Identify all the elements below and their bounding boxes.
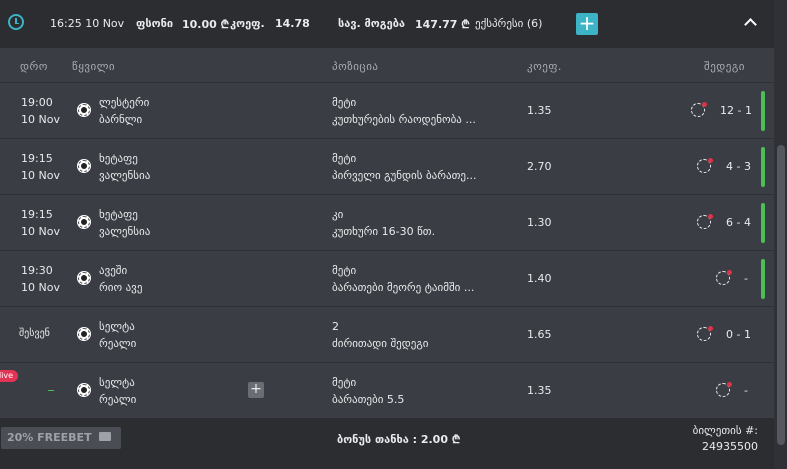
live-dot-icon — [708, 158, 713, 163]
row-score: 4 - 3 — [726, 160, 751, 173]
row-score: 12 - 1 — [720, 104, 752, 117]
live-dot-icon — [727, 382, 732, 387]
row-date: 10 Nov — [21, 113, 60, 126]
row-market: ძირითადი შედეგი — [332, 337, 429, 350]
row-home: სელტა — [99, 320, 135, 333]
row-score: 6 - 4 — [726, 216, 751, 229]
row-date: 10 Nov — [21, 225, 60, 238]
stake-value: 10.00 ₾ — [182, 18, 230, 31]
row-score: - — [744, 384, 748, 397]
freebet-label: 20% FREEBET — [7, 431, 92, 444]
win-value: 147.77 ₾ — [415, 18, 470, 31]
table-row[interactable]: 19:30 10 Nov ავეში რიო ავე მეტი ბარათები… — [0, 250, 774, 306]
row-pick: მეტი — [332, 264, 357, 277]
row-time: 19:15 — [21, 152, 53, 165]
ticket-label: ბილეთის #: — [692, 424, 758, 437]
row-market: პირველი გუნდის ბარათე... — [332, 169, 477, 182]
status-indicator — [761, 259, 765, 299]
table-row[interactable]: შესვენ სელტა რეალი 2 ძირითადი შედეგი 1.6… — [0, 306, 774, 362]
live-dot-icon — [727, 270, 732, 275]
row-market: ბარათები 5.5 — [332, 393, 405, 406]
row-home: ლესტერი — [99, 96, 150, 109]
table-row[interactable]: 19:00 10 Nov ლესტერი ბარნლი მეტი კუთხურე… — [0, 82, 774, 138]
row-coef: 1.65 — [527, 328, 552, 341]
col-coef: კოეფ. — [527, 60, 562, 73]
row-away: რიო ავე — [99, 281, 143, 294]
row-coef: 1.35 — [527, 384, 552, 397]
row-pick: 2 — [332, 320, 339, 333]
coef-value: 14.78 — [275, 17, 310, 30]
row-date: 10 Nov — [21, 281, 60, 294]
col-time: დრო — [20, 60, 48, 73]
row-away: ბარნლი — [99, 113, 143, 126]
col-results: შედეგი — [704, 60, 745, 73]
row-coef: 1.30 — [527, 216, 552, 229]
status-indicator — [761, 91, 765, 131]
bet-time: 16:25 10 Nov — [50, 17, 125, 30]
soccer-ball-icon — [77, 327, 91, 341]
clock-icon — [8, 14, 24, 30]
col-pair: წყვილი — [72, 60, 116, 73]
row-market: კუთხური 16-30 წთ. — [332, 225, 436, 238]
row-away: ვალენსია — [99, 225, 151, 238]
add-to-slip-icon[interactable]: + — [248, 382, 264, 398]
row-pick: მეტი — [332, 152, 357, 165]
row-pick: კი — [332, 208, 344, 221]
stake-label: ფსონი — [136, 17, 174, 30]
table-row[interactable]: 19:15 10 Nov ხეტაფე ვალენსია კი კუთხური … — [0, 194, 774, 250]
row-time: 19:00 — [21, 96, 53, 109]
win-label: სავ. მოგება — [338, 17, 405, 30]
scrollbar-thumb[interactable] — [777, 145, 785, 445]
row-away: რეალი — [99, 393, 137, 406]
soccer-ball-icon — [77, 215, 91, 229]
row-away: რეალი — [99, 337, 137, 350]
chat-icon — [99, 432, 111, 441]
bonus-amount: ბონუს თანხა : 2.00 ₾ — [337, 433, 461, 446]
row-time: 19:15 — [21, 208, 53, 221]
add-button[interactable]: + — [576, 13, 598, 35]
row-market: ბარათები მეორე ტაიმში ... — [332, 281, 475, 294]
betslip-header: 16:25 10 Nov ფსონი 10.00 ₾ კოეფ. 14.78 ს… — [0, 0, 774, 48]
soccer-ball-icon — [77, 159, 91, 173]
row-market: კუთხურების რაოდენობა ... — [332, 113, 476, 126]
status-dash — [48, 390, 54, 391]
row-score: 0 - 1 — [726, 328, 751, 341]
row-coef: 2.70 — [527, 160, 552, 173]
status-indicator — [761, 203, 765, 243]
row-pick: მეტი — [332, 376, 357, 389]
live-dot-icon — [708, 214, 713, 219]
row-away: ვალენსია — [99, 169, 151, 182]
row-home: ხეტაფე — [99, 152, 138, 165]
live-dot-icon — [708, 326, 713, 331]
express-label: ექსპრესი (6) — [475, 17, 543, 30]
row-coef: 1.35 — [527, 104, 552, 117]
soccer-ball-icon — [77, 383, 91, 397]
row-home: ხეტაფე — [99, 208, 138, 221]
row-time: 19:30 — [21, 264, 53, 277]
chevron-up-icon[interactable] — [744, 16, 756, 28]
row-score: - — [744, 272, 748, 285]
row-coef: 1.40 — [527, 272, 552, 285]
live-badge: live — [0, 370, 18, 382]
freebet-button[interactable]: 20% FREEBET — [1, 427, 121, 449]
row-date: 10 Nov — [21, 169, 60, 182]
row-home: ავეში — [99, 264, 128, 277]
table-row[interactable]: სელტა რეალი მეტი ბარათები 5.5 1.35 - — [0, 362, 774, 418]
status-indicator — [761, 147, 765, 187]
betslip-panel: 16:25 10 Nov ფსონი 10.00 ₾ კოეფ. 14.78 ს… — [0, 0, 774, 469]
live-dot-icon — [702, 102, 707, 107]
coef-label: კოეფ. — [230, 17, 265, 30]
table-row[interactable]: 19:15 10 Nov ხეტაფე ვალენსია მეტი პირველ… — [0, 138, 774, 194]
ticket-info: ბილეთის #: 24935500 — [676, 423, 758, 455]
row-pick: მეტი — [332, 96, 357, 109]
col-position: პოზიცია — [332, 60, 379, 73]
row-home: სელტა — [99, 376, 135, 389]
soccer-ball-icon — [77, 103, 91, 117]
ticket-number: 24935500 — [702, 440, 758, 453]
row-time: შესვენ — [19, 328, 50, 339]
soccer-ball-icon — [77, 271, 91, 285]
